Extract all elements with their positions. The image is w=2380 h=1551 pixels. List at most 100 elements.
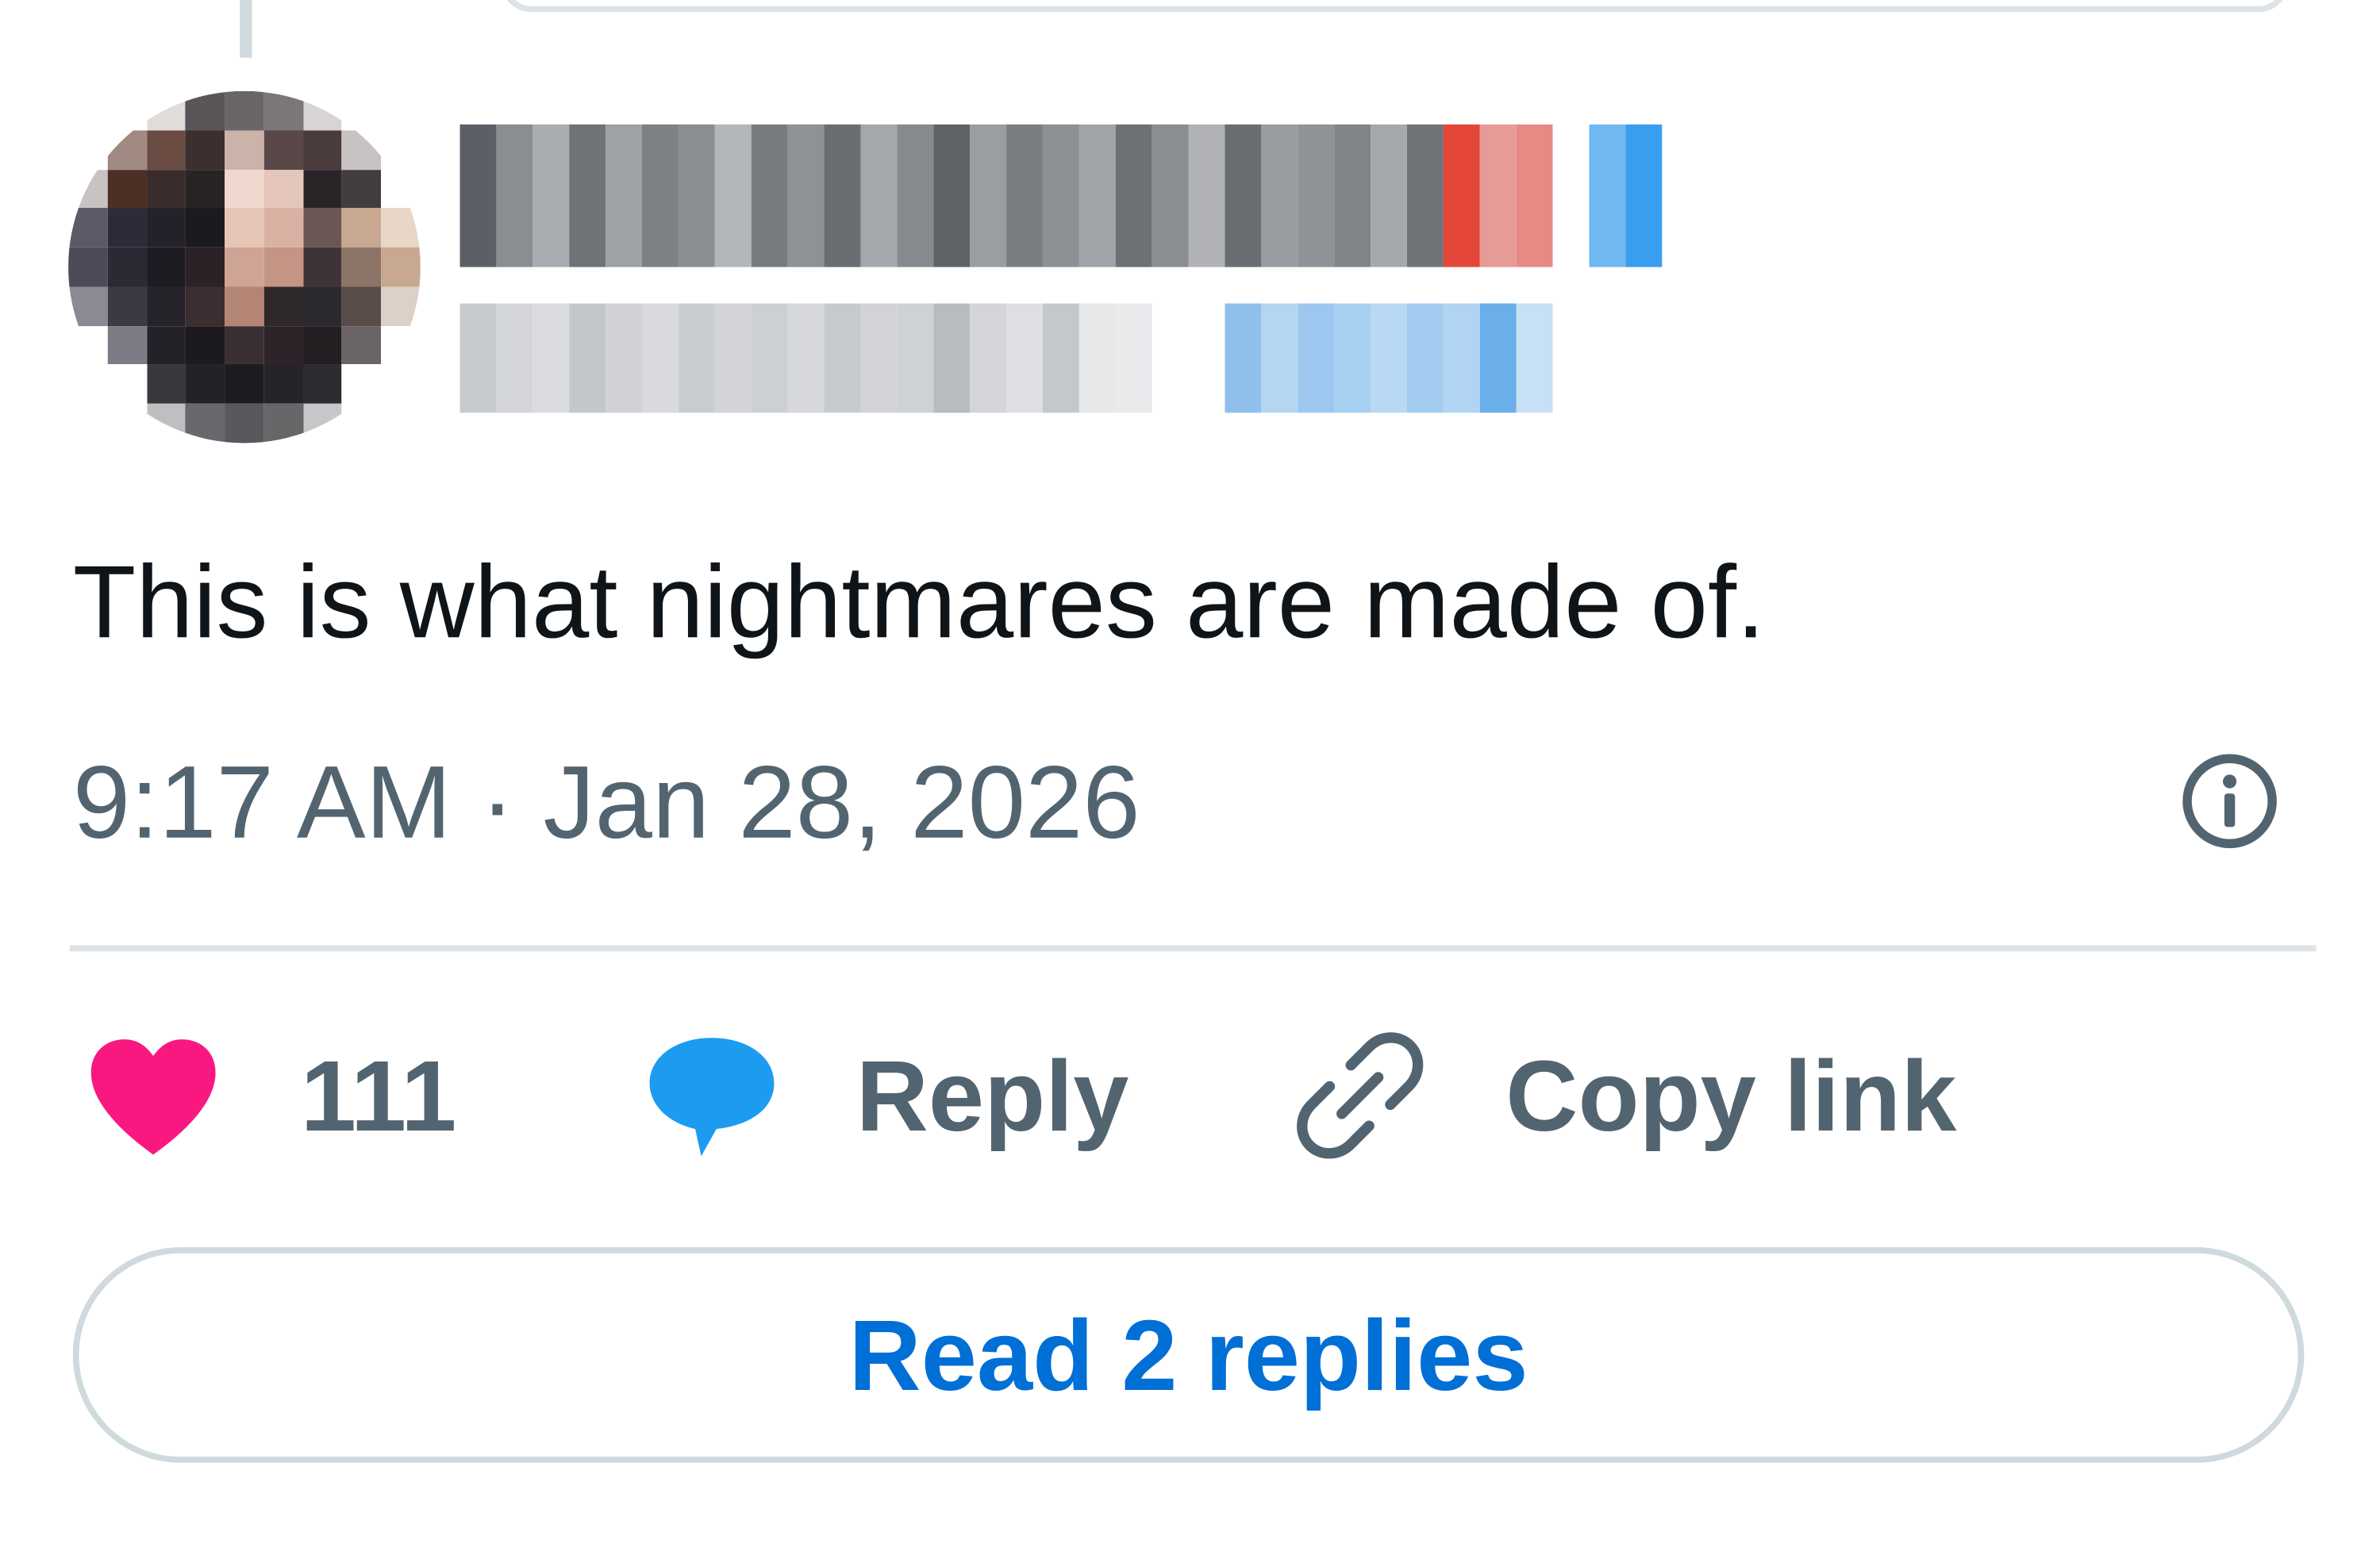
avatar-pixel [263,247,303,287]
redaction-pixel [459,303,497,413]
avatar-pixel [381,90,421,131]
avatar-pixel [225,90,264,131]
avatar-pixel [185,247,225,287]
copy-link-button[interactable]: Copy link [1294,1019,1956,1171]
redaction-pixel [787,303,825,413]
read-replies-button[interactable]: Read 2 replies [72,1247,2305,1463]
like-button[interactable]: 111 [85,1019,456,1171]
avatar-pixel [146,169,186,209]
avatar-pixel [302,286,343,326]
redaction-pixel [1479,124,1517,267]
avatar-pixel [225,364,264,405]
avatar-pixel [381,130,421,170]
avatar-pixel [107,169,147,209]
avatar-pixel [68,208,108,248]
redaction-pixel [1188,124,1225,267]
avatar-pixel [302,208,343,248]
redaction-pixel [1152,124,1189,267]
avatar-pixel [107,325,147,365]
redaction-pixel [1625,124,1663,267]
redaction-pixel [1589,124,1626,267]
avatar-pixel [107,286,147,326]
redaction-pixel [1443,124,1480,267]
redaction-pixel [1516,124,1553,267]
redaction-pixel [1298,124,1335,267]
info-icon[interactable] [2179,751,2279,851]
redaction-pixel [1261,124,1298,267]
avatar-pixel [146,247,186,287]
avatar-pixel [107,247,147,287]
reply-label: Reply [855,1039,1129,1152]
avatar-pixel [342,169,382,209]
thread-connector-line [240,0,252,58]
redaction-pixel [897,303,934,413]
redaction-pixel [496,124,533,267]
redaction-pixel [751,124,788,267]
redaction-pixel [933,303,971,413]
redaction-pixel [1371,124,1407,267]
redaction-pixel [1479,303,1517,413]
redaction-pixel [642,303,679,413]
redaction-pixel [933,124,971,267]
redaction-pixel [1371,303,1407,413]
redaction-pixel [1406,303,1444,413]
redaction-pixel [459,124,497,267]
reply-button[interactable]: Reply [644,1019,1129,1171]
avatar-pixel [146,130,186,170]
redaction-pixel [1552,124,1590,267]
redaction-pixel [569,303,606,413]
avatar-pixel [146,286,186,326]
redaction-pixel [1006,124,1043,267]
avatar-pixel [107,90,147,131]
redaction-pixel [533,124,570,267]
avatar-pixel [302,364,343,405]
redaction-pixel [824,124,861,267]
avatar-pixel [263,169,303,209]
avatar-pixel [68,364,108,405]
avatar-pixel [225,208,264,248]
redaction-pixel [897,124,934,267]
avatar-pixel [107,364,147,405]
redaction-pixel [1078,124,1116,267]
redaction-pixel [1298,303,1335,413]
like-count: 111 [300,1039,457,1152]
avatar-pixel [342,208,382,248]
avatar-pixel [381,404,421,443]
redacted-display-name[interactable] [459,124,1663,267]
avatar[interactable] [68,90,421,443]
avatar-pixel [342,247,382,287]
avatar-pixel [263,404,303,443]
redaction-pixel [1225,124,1262,267]
redaction-pixel [860,303,898,413]
speech-bubble-icon [649,1038,775,1157]
avatar-pixel [342,325,382,365]
heart-icon [90,1039,216,1155]
redaction-pixel [606,124,643,267]
avatar-pixel [185,286,225,326]
avatar-pixel [263,130,303,170]
avatar-pixel [263,90,303,131]
redaction-pixel [606,303,643,413]
avatar-pixel [185,325,225,365]
avatar-pixel [185,208,225,248]
avatar-pixel [146,208,186,248]
avatar-pixel [68,90,108,131]
avatar-pixel [263,286,303,326]
avatar-pixel [381,247,421,287]
redaction-pixel [714,303,752,413]
avatar-pixel [302,325,343,365]
redaction-pixel [824,303,861,413]
tweet-timestamp[interactable]: 9:17 AM · Jan 28, 2026 [73,743,1140,862]
avatar-pixel [146,364,186,405]
avatar-pixel [263,208,303,248]
avatar-pixel [302,404,343,443]
avatar-pixel [146,90,186,131]
redaction-pixel [1115,124,1152,267]
avatar-pixel [381,208,421,248]
avatar-pixel [263,325,303,365]
redaction-pixel [496,303,533,413]
redacted-handle-and-follow[interactable] [459,303,1553,413]
redaction-pixel [678,124,715,267]
avatar-pixel [185,404,225,443]
redaction-pixel [970,124,1007,267]
